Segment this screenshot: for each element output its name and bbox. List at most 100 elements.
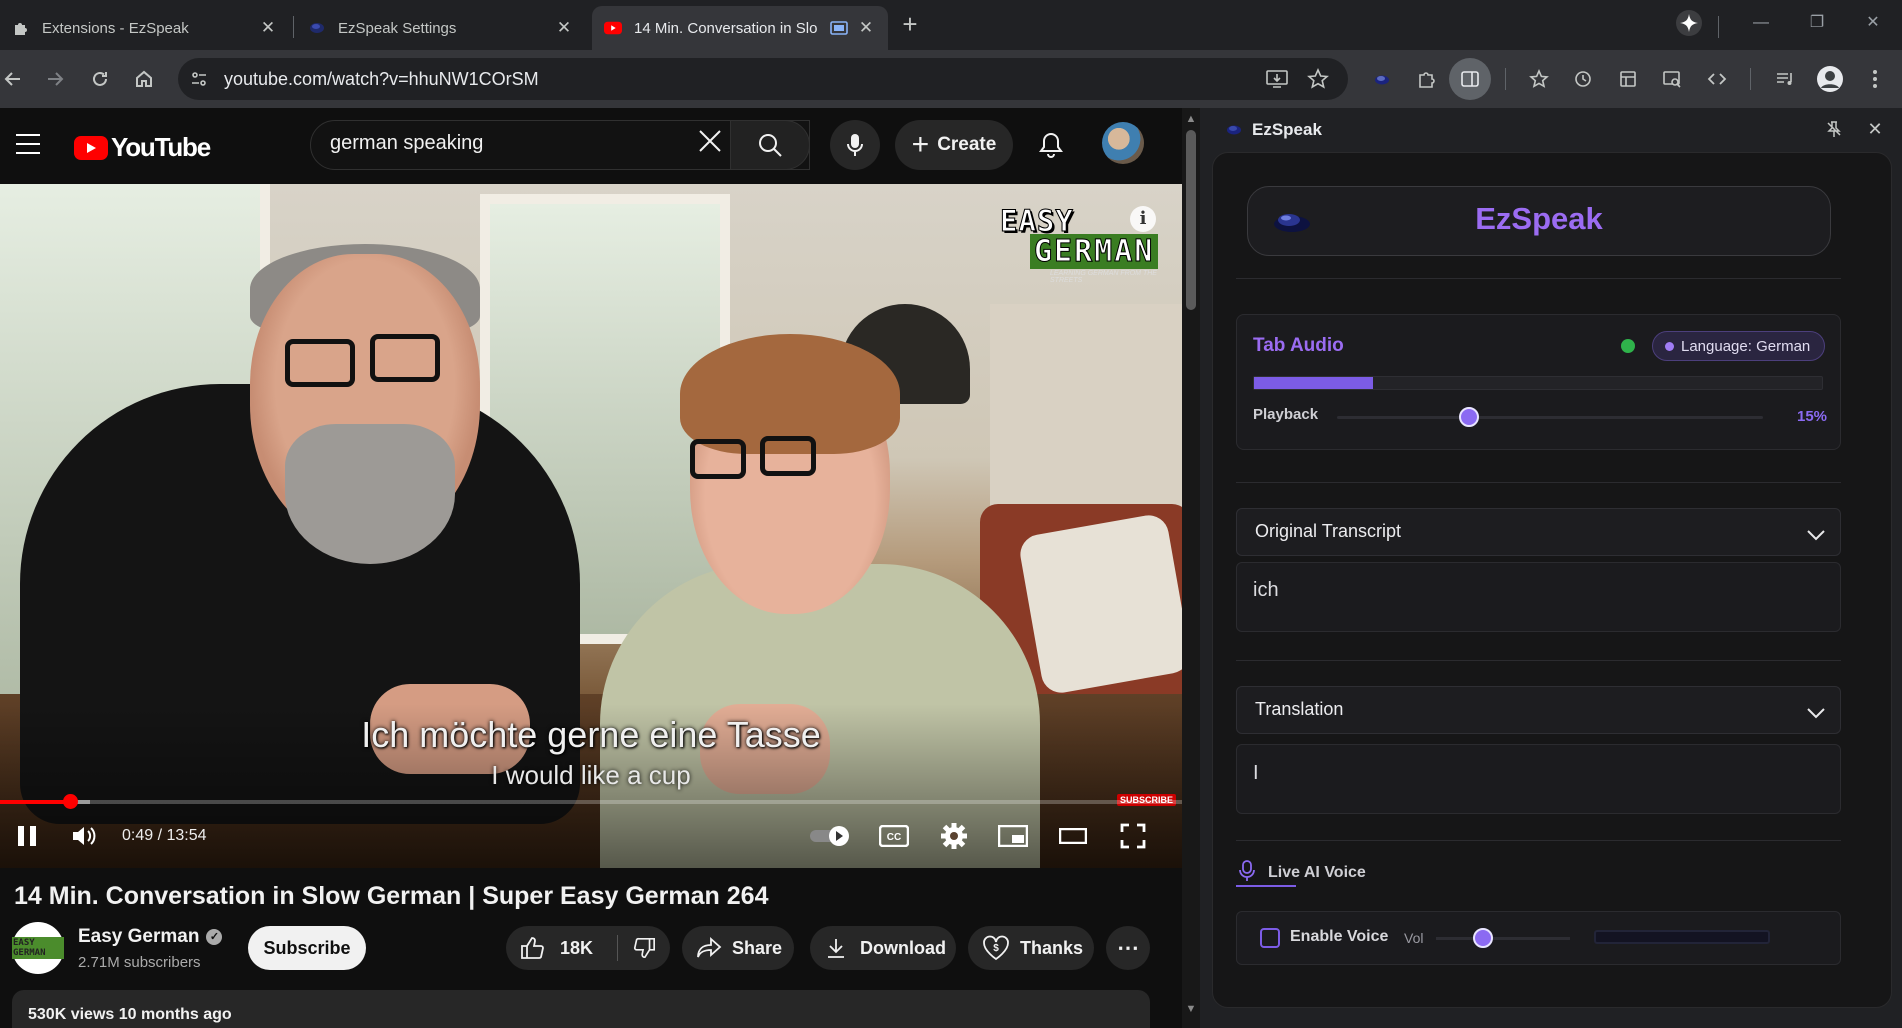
account-avatar[interactable] xyxy=(1102,122,1144,164)
media-controls-icon[interactable] xyxy=(1770,64,1800,94)
translation-body xyxy=(1236,744,1841,814)
create-button[interactable]: + Create xyxy=(895,120,1013,170)
video-glasses xyxy=(690,439,746,479)
page-scrollbar-thumb[interactable] xyxy=(1186,130,1196,310)
gemini-sparkle-icon[interactable] xyxy=(1674,10,1704,40)
back-icon[interactable] xyxy=(0,64,28,94)
original-transcript-body xyxy=(1236,562,1841,632)
share-button[interactable]: Share xyxy=(682,926,794,970)
close-panel-icon[interactable]: ✕ xyxy=(1864,118,1886,140)
video-scene-pillow xyxy=(1017,512,1182,696)
favorites-icon[interactable] xyxy=(1524,64,1554,94)
volume-slider-track[interactable] xyxy=(1436,937,1570,940)
like-button[interactable]: 18K xyxy=(506,936,617,960)
dislike-button[interactable] xyxy=(618,936,670,960)
url-text[interactable]: youtube.com/watch?v=hhuNW1COrSM xyxy=(224,69,539,90)
puzzle-icon xyxy=(12,19,30,37)
search-input[interactable]: german speaking xyxy=(330,132,483,155)
enable-voice-checkbox[interactable] xyxy=(1260,928,1280,948)
extensions-icon[interactable] xyxy=(1412,64,1442,94)
pause-icon[interactable] xyxy=(12,816,42,856)
ezspeak-icon xyxy=(1226,122,1242,138)
enable-voice-label[interactable]: Enable Voice xyxy=(1290,928,1388,946)
section-divider xyxy=(1236,278,1841,279)
home-icon[interactable] xyxy=(129,64,159,94)
site-info-icon[interactable] xyxy=(186,66,212,92)
captions-icon[interactable]: CC xyxy=(878,816,910,856)
ezspeak-extension-icon[interactable] xyxy=(1367,64,1397,94)
playback-slider-track[interactable] xyxy=(1337,416,1763,419)
info-icon[interactable]: i xyxy=(1130,206,1156,232)
more-actions-icon[interactable]: ⋯ xyxy=(1106,926,1150,970)
history-icon[interactable] xyxy=(1568,64,1598,94)
channel-name-row[interactable]: Easy German ✓ xyxy=(78,926,223,948)
youtube-header: YouTube german speaking + Create xyxy=(0,108,1182,182)
theater-mode-icon[interactable] xyxy=(1056,816,1090,856)
tab-divider xyxy=(293,16,294,38)
browser-menu-icon[interactable] xyxy=(1860,64,1890,94)
bookmark-star-icon[interactable] xyxy=(1305,66,1331,92)
miniplayer-icon[interactable] xyxy=(996,816,1030,856)
video-person-man-beard xyxy=(285,424,455,564)
channel-avatar[interactable]: EASY GERMAN xyxy=(12,922,64,974)
side-panel-icon[interactable] xyxy=(1449,58,1491,100)
tab-extensions[interactable]: Extensions - EzSpeak ✕ xyxy=(0,6,290,50)
chevron-down-icon[interactable] xyxy=(1805,524,1827,546)
youtube-logo[interactable]: YouTube xyxy=(74,132,211,163)
picture-in-picture-icon[interactable] xyxy=(830,19,848,37)
thanks-button[interactable]: $ Thanks xyxy=(968,926,1094,970)
reading-list-icon[interactable] xyxy=(1613,64,1643,94)
settings-gear-icon[interactable] xyxy=(938,816,970,856)
chevron-down-icon[interactable] xyxy=(1805,702,1827,724)
time-display: 0:49 / 13:54 xyxy=(122,827,207,844)
unpin-icon[interactable] xyxy=(1823,118,1845,140)
scroll-up-icon[interactable]: ▲ xyxy=(1184,112,1198,126)
section-divider xyxy=(1236,660,1841,661)
tab-ezspeak-settings[interactable]: EzSpeak Settings ✕ xyxy=(296,6,586,50)
video-player[interactable]: EASY GERMAN LEARNING GERMAN FROM THE STR… xyxy=(0,184,1182,868)
subscribe-button[interactable]: Subscribe xyxy=(248,926,366,970)
progress-track[interactable] xyxy=(0,800,1182,804)
notifications-bell-icon[interactable] xyxy=(1034,128,1068,162)
voice-output-meter xyxy=(1594,930,1770,944)
autoplay-toggle-icon[interactable] xyxy=(808,816,854,856)
toolbar-divider xyxy=(1505,68,1506,90)
channel-name[interactable]: Easy German xyxy=(78,926,199,948)
minimize-icon[interactable]: — xyxy=(1746,8,1776,38)
search-button[interactable] xyxy=(730,120,810,170)
new-tab-button[interactable]: + xyxy=(897,11,923,38)
progress-played xyxy=(0,800,70,804)
download-button[interactable]: Download xyxy=(810,926,956,970)
playback-slider-knob[interactable] xyxy=(1459,407,1480,427)
devtools-code-icon[interactable] xyxy=(1702,64,1732,94)
install-app-icon[interactable] xyxy=(1264,66,1290,92)
reload-icon[interactable] xyxy=(85,64,115,94)
restore-icon[interactable]: ❐ xyxy=(1802,8,1832,38)
fullscreen-icon[interactable] xyxy=(1116,816,1150,856)
microphone-icon xyxy=(1238,860,1258,882)
view-count-date: 530K views 10 months ago xyxy=(28,1006,232,1023)
language-badge[interactable]: Language: German xyxy=(1652,331,1825,361)
playback-value: 15% xyxy=(1797,408,1828,425)
close-tab-icon[interactable]: ✕ xyxy=(856,18,876,38)
menu-icon[interactable] xyxy=(16,134,40,154)
close-window-icon[interactable]: ✕ xyxy=(1858,8,1888,38)
voice-search-button[interactable] xyxy=(830,120,880,170)
video-title: 14 Min. Conversation in Slow German | Su… xyxy=(14,882,769,910)
close-tab-icon[interactable]: ✕ xyxy=(258,18,278,38)
playback-label: Playback xyxy=(1253,406,1319,423)
volume-slider-knob[interactable] xyxy=(1472,928,1493,948)
search-icon xyxy=(759,134,782,157)
progress-scrubber[interactable] xyxy=(62,794,78,809)
youtube-page: YouTube german speaking + Create EASY GE… xyxy=(0,108,1182,1028)
svg-text:$: $ xyxy=(993,943,999,954)
clear-search-icon[interactable] xyxy=(695,128,725,158)
forward-icon[interactable] xyxy=(40,64,70,94)
tab-youtube-video[interactable]: 14 Min. Conversation in Slo ✕ xyxy=(592,6,888,50)
scroll-down-icon[interactable]: ▼ xyxy=(1184,1002,1198,1016)
volume-icon[interactable] xyxy=(68,816,102,856)
profile-avatar[interactable] xyxy=(1815,64,1845,94)
close-tab-icon[interactable]: ✕ xyxy=(554,18,574,38)
search-tabs-icon[interactable] xyxy=(1657,64,1687,94)
live-ai-voice-title: Live AI Voice xyxy=(1268,864,1366,881)
